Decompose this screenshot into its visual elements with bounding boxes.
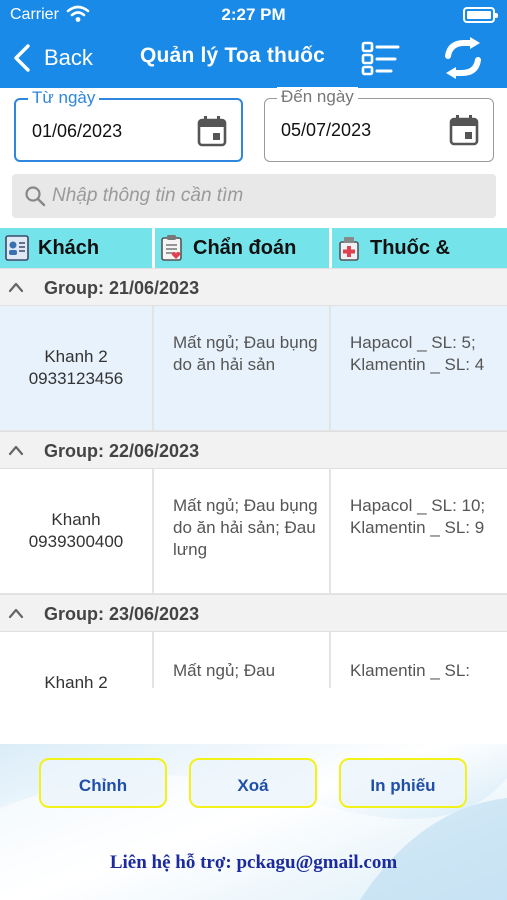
from-date-field[interactable]: Từ ngày 01/06/2023 [14, 88, 243, 162]
list-icon[interactable] [361, 40, 401, 76]
clock: 2:27 PM [221, 5, 286, 24]
to-date-field[interactable]: Đến ngày 05/07/2023 [264, 87, 494, 162]
diagnosis-cell: Mất ngủ; Đau [154, 632, 331, 688]
table-row[interactable]: Khanh 0939300400 Mất ngủ; Đau bụng do ăn… [0, 469, 507, 594]
page-title: Quản lý Toa thuốc [140, 44, 326, 67]
search-input[interactable] [52, 174, 488, 218]
chevron-up-icon [8, 445, 24, 456]
clipboard-icon [161, 235, 182, 261]
diagnosis-cell: Mất ngủ; Đau bụng do ăn hải sản; Đau lưn… [154, 469, 331, 594]
customer-card-icon [5, 235, 29, 261]
table-row[interactable]: Khanh 2 0933123456 Mất ngủ; Đau bụng do … [0, 306, 507, 431]
print-button[interactable]: In phiếu [339, 758, 467, 808]
column-header-medicine[interactable]: Thuốc & [332, 228, 507, 268]
chevron-left-icon [14, 44, 30, 72]
refresh-icon[interactable] [440, 36, 486, 80]
customer-cell: Khanh 2 [0, 632, 154, 688]
group-header[interactable]: Group: 23/06/2023 [0, 594, 507, 632]
medicine-cell: Hapacol _ SL: 5; Klamentin _ SL: 4 [331, 306, 507, 431]
customer-name: Khanh [51, 510, 101, 529]
medicine-cell: Klamentin _ SL: [331, 632, 507, 688]
group-header[interactable]: Group: 21/06/2023 [0, 268, 507, 306]
column-header-label: Thuốc & [370, 236, 450, 259]
back-label: Back [44, 45, 93, 70]
edit-button[interactable]: Chỉnh [39, 758, 167, 808]
group-title: Group: 23/06/2023 [44, 604, 200, 624]
prescription-list: Group: 21/06/2023 Khanh 2 0933123456 Mất… [0, 268, 507, 688]
status-bar: Carrier 2:27 PM [0, 0, 507, 30]
diagnosis-cell: Mất ngủ; Đau bụng do ăn hải sản [154, 306, 331, 431]
chevron-up-icon [8, 608, 24, 619]
customer-name: Khanh 2 [44, 347, 108, 366]
customer-phone: 0939300400 [28, 532, 124, 551]
list-footer-space [0, 688, 507, 744]
from-date-label: Từ ngày [28, 88, 100, 108]
column-header-diagnosis[interactable]: Chẩn đoán [155, 228, 329, 268]
column-header-label: Khách [38, 236, 100, 259]
chevron-up-icon [8, 282, 24, 293]
column-header-label: Chẩn đoán [193, 236, 297, 259]
battery-icon [463, 7, 498, 23]
customer-cell: Khanh 2 0933123456 [0, 306, 154, 431]
calendar-icon[interactable] [449, 114, 479, 146]
delete-button[interactable]: Xoá [189, 758, 317, 808]
from-date-value[interactable]: 01/06/2023 [32, 121, 122, 142]
group-title: Group: 21/06/2023 [44, 278, 200, 298]
calendar-icon[interactable] [197, 115, 227, 147]
back-button[interactable]: Back [10, 40, 93, 76]
table-row[interactable]: Khanh 2 Mất ngủ; Đau Klamentin _ SL: [0, 632, 507, 688]
nav-bar: Back Quản lý Toa thuốc [0, 30, 507, 88]
search-icon [25, 186, 46, 207]
medicine-icon [339, 237, 359, 261]
top-bar: Carrier 2:27 PM Back Quản lý Toa thuốc [0, 0, 507, 88]
group-header[interactable]: Group: 22/06/2023 [0, 431, 507, 469]
medicine-cell: Hapacol _ SL: 10; Klamentin _ SL: 9 [331, 469, 507, 594]
customer-name: Khanh 2 [44, 673, 108, 688]
customer-phone: 0933123456 [28, 369, 124, 388]
customer-cell: Khanh 0939300400 [0, 469, 154, 594]
group-title: Group: 22/06/2023 [44, 441, 200, 461]
search-bar [12, 174, 496, 218]
support-contact: Liên hệ hỗ trợ: pckagu@gmail.com [109, 852, 398, 873]
column-header-customer[interactable]: Khách [0, 228, 152, 268]
to-date-label: Đến ngày [277, 87, 358, 107]
to-date-value[interactable]: 05/07/2023 [281, 120, 371, 141]
